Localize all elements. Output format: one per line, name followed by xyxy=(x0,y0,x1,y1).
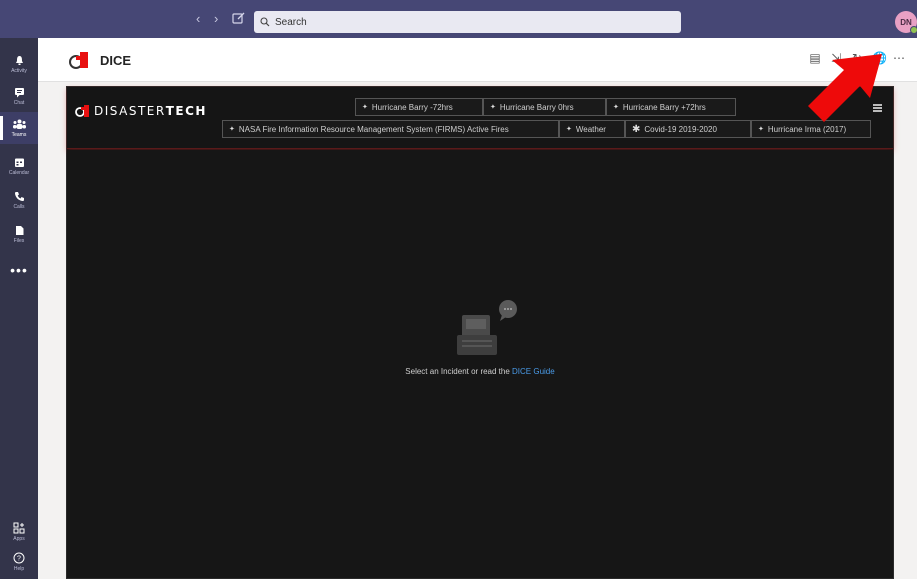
tab-hurricane-barry-0[interactable]: ✦ Hurricane Barry 0hrs xyxy=(483,98,606,116)
storm-icon: ✦ xyxy=(229,126,235,133)
storm-icon: ✦ xyxy=(566,126,572,133)
search-input[interactable]: Search xyxy=(254,11,681,33)
dice-app-frame: DISASTERTECH ✦ Hurricane Barry -72hrs ✦ … xyxy=(66,86,894,579)
top-bar: ‹ › Search DN xyxy=(0,0,917,38)
rail-label: Chat xyxy=(13,99,25,106)
bell-icon xyxy=(15,55,23,65)
rail-label: Files xyxy=(13,237,25,244)
empty-state-illustration xyxy=(457,300,517,355)
presence-available-icon xyxy=(910,26,917,34)
svg-text:?: ? xyxy=(17,556,21,563)
more-options-icon[interactable]: ⋯ xyxy=(893,51,905,65)
tab-label: Weather xyxy=(575,124,606,134)
rail-label: Activity xyxy=(11,67,27,74)
empty-state-message: Select an Incident or read the DICE Guid… xyxy=(67,367,893,376)
tab-label: Hurricane Barry 0hrs xyxy=(499,102,574,112)
app-header: DICE ▤ ⇲ ↻ 🌐 ⋯ xyxy=(38,38,917,82)
search-placeholder: Search xyxy=(275,16,307,28)
rail-label: Help xyxy=(13,566,25,572)
storm-icon: ✦ xyxy=(613,104,619,111)
storm-icon: ✦ xyxy=(490,104,496,111)
tab-covid-19[interactable]: ✱ Covid-19 2019-2020 xyxy=(625,120,751,138)
file-icon xyxy=(15,225,23,235)
rail-item-calendar[interactable]: Calendar xyxy=(0,150,38,182)
teams-icon xyxy=(12,119,26,129)
message-text: Select an Incident or read the xyxy=(405,367,513,376)
help-icon: ? xyxy=(13,552,25,564)
chat-icon xyxy=(14,87,24,97)
app-rail: Activity Chat Teams Calendar Calls Files… xyxy=(0,38,38,579)
tab-label: Hurricane Barry -72hrs xyxy=(371,102,453,112)
rail-item-help[interactable]: ? Help xyxy=(0,546,38,578)
brand-text-light: DISASTER xyxy=(94,104,166,118)
virus-icon: ✱ xyxy=(632,123,641,135)
rail-label: Teams xyxy=(11,131,27,138)
rail-item-chat[interactable]: Chat xyxy=(0,80,38,112)
more-apps-icon[interactable]: ••• xyxy=(0,262,38,278)
tab-weather[interactable]: ✦ Weather xyxy=(559,120,625,138)
compose-icon[interactable] xyxy=(232,11,246,25)
forward-icon[interactable]: › xyxy=(214,12,218,26)
back-icon[interactable]: ‹ xyxy=(196,12,200,26)
avatar[interactable]: DN xyxy=(895,11,917,34)
rail-item-files[interactable]: Files xyxy=(0,218,38,250)
apps-icon xyxy=(13,522,25,534)
tab-hurricane-barry-minus72[interactable]: ✦ Hurricane Barry -72hrs xyxy=(355,98,483,116)
dice-guide-link[interactable]: DICE Guide xyxy=(512,367,555,376)
rail-item-apps[interactable]: Apps xyxy=(0,516,38,548)
rail-item-teams[interactable]: Teams xyxy=(0,112,38,144)
tab-label: Covid-19 2019-2020 xyxy=(644,124,717,134)
calendar-icon xyxy=(14,158,24,167)
brand-text-bold: TECH xyxy=(165,104,207,118)
teams-window: ‹ › Search DN Activity Chat Teams Calend… xyxy=(0,0,917,579)
dice-map-area: Select an Incident or read the DICE Guid… xyxy=(67,150,893,578)
rail-label: Calls xyxy=(13,203,25,210)
tab-label: Hurricane Barry +72hrs xyxy=(622,102,706,112)
search-icon xyxy=(260,17,270,27)
dice-header: DISASTERTECH ✦ Hurricane Barry -72hrs ✦ … xyxy=(67,87,893,149)
avatar-initials: DN xyxy=(900,17,912,27)
rail-item-activity[interactable]: Activity xyxy=(0,48,38,80)
disastertech-logo[interactable]: DISASTERTECH xyxy=(75,104,207,118)
rail-label: Calendar xyxy=(8,169,30,176)
tab-nasa-firms[interactable]: ✦ NASA Fire Information Resource Managem… xyxy=(222,120,559,138)
dice-logo xyxy=(69,52,88,69)
storm-icon: ✦ xyxy=(362,104,368,111)
rail-item-calls[interactable]: Calls xyxy=(0,184,38,216)
storm-icon: ✦ xyxy=(758,126,764,133)
tab-hurricane-barry-plus72[interactable]: ✦ Hurricane Barry +72hrs xyxy=(606,98,736,116)
rail-label: Apps xyxy=(13,536,25,542)
tab-label: NASA Fire Information Resource Managemen… xyxy=(238,124,509,134)
phone-icon xyxy=(14,191,24,201)
annotation-arrow-icon xyxy=(808,54,882,122)
disastertech-mark-icon xyxy=(75,105,89,117)
app-title: DICE xyxy=(100,53,132,68)
